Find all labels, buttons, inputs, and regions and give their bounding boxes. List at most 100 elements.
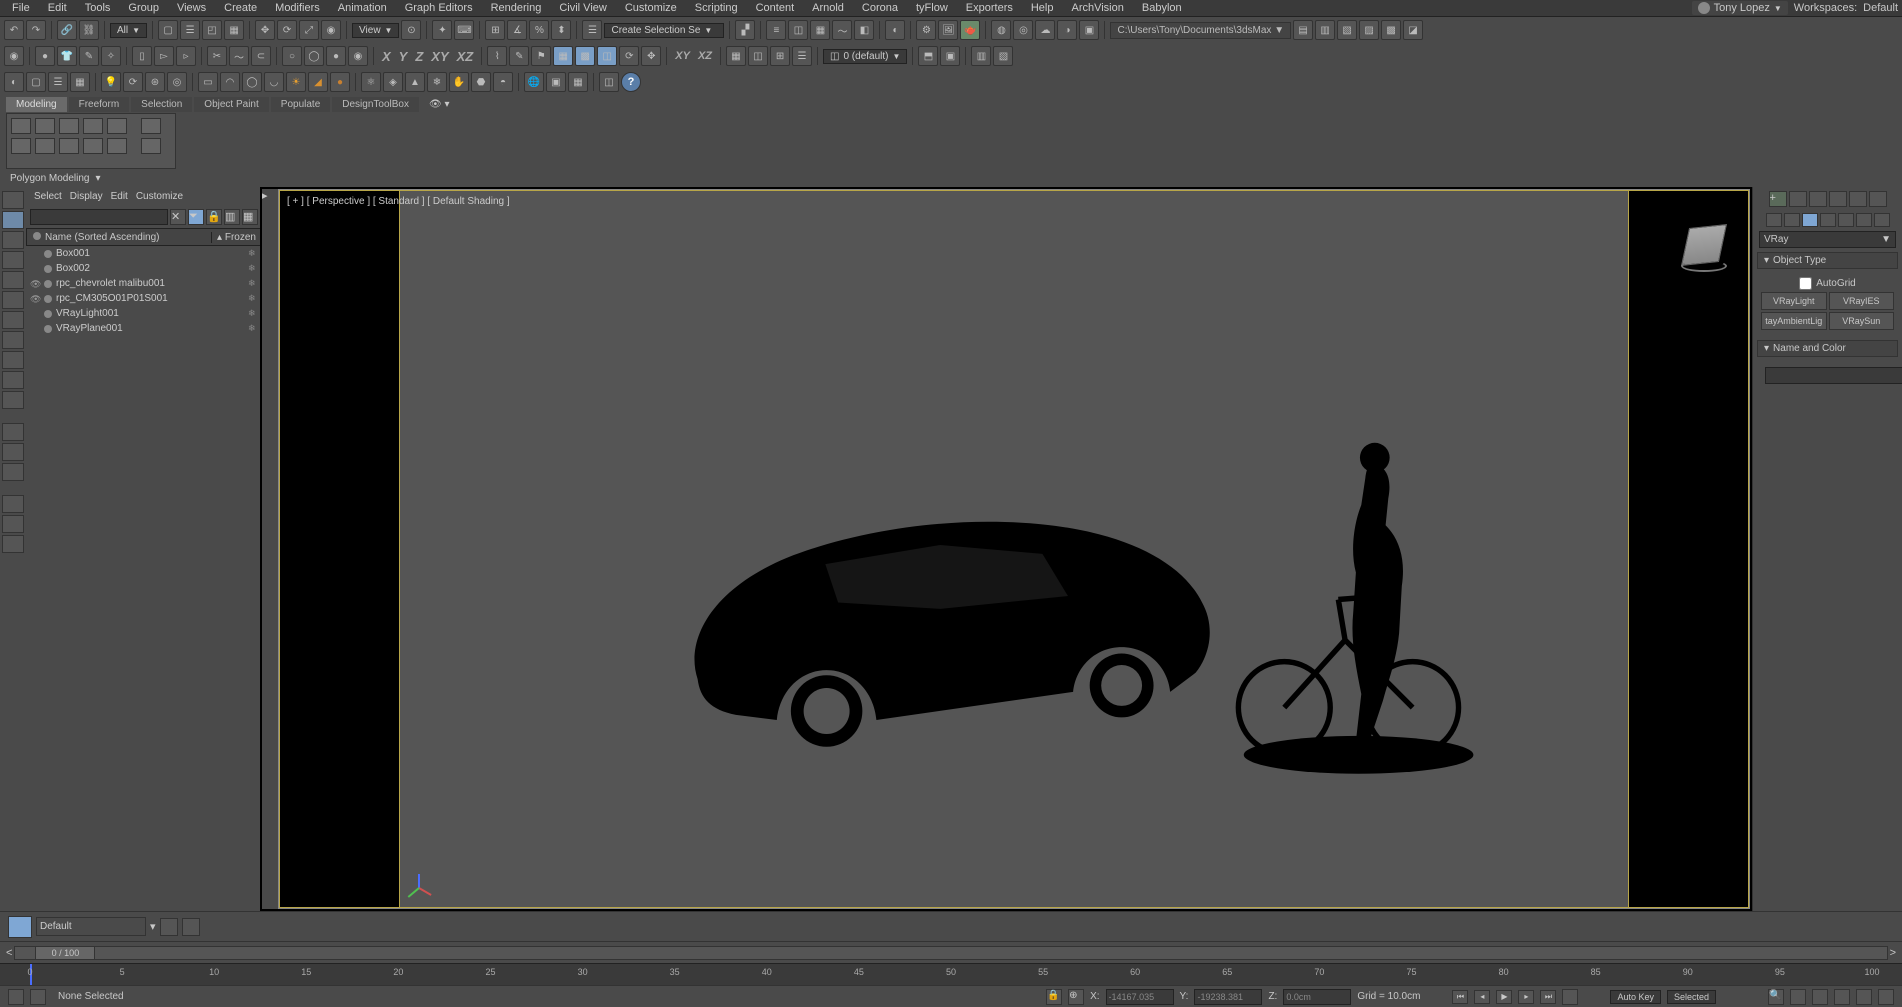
se-tab-display[interactable]: Display [70, 191, 103, 202]
motion-tab[interactable] [1829, 191, 1847, 207]
axis-x[interactable]: X [379, 49, 394, 64]
schematic-view-button[interactable]: ◧ [854, 20, 874, 40]
cameras-sub[interactable] [1820, 213, 1836, 227]
tb2-33[interactable]: ☰ [792, 46, 812, 66]
se-icon-13[interactable] [2, 443, 24, 461]
time-slider[interactable]: 0 / 100 [14, 946, 1887, 960]
ribbon-tab-selection[interactable]: Selection [131, 97, 192, 112]
lights-sub[interactable] [1802, 213, 1818, 227]
menu-help[interactable]: Help [1023, 2, 1062, 14]
frozen-icon[interactable]: ❄ [248, 293, 258, 304]
autokey-button[interactable]: Auto Key [1610, 990, 1661, 1004]
polymod-btn-5[interactable] [107, 118, 127, 134]
time-ruler[interactable]: 0510152025303540455055606570758085909510… [0, 963, 1902, 985]
polymod-btn-9[interactable] [59, 138, 79, 154]
render-setup-button[interactable]: ⚙ [916, 20, 936, 40]
se-tab-edit[interactable]: Edit [111, 191, 128, 202]
select-name-button[interactable]: ☰ [180, 20, 200, 40]
display-tab[interactable] [1849, 191, 1867, 207]
tb3-21[interactable]: ◈ [383, 72, 403, 92]
nav-fov-button[interactable] [1856, 989, 1872, 1005]
ribbon-tab-populate[interactable]: Populate [271, 97, 330, 112]
tb3-disc[interactable]: ◯ [242, 72, 262, 92]
se-icon-10[interactable] [2, 371, 24, 389]
se-icon-9[interactable] [2, 351, 24, 369]
helpers-sub[interactable] [1838, 213, 1854, 227]
scene-item[interactable]: 👁rpc_CM305O01P01S001❄ [26, 291, 262, 306]
axis-y[interactable]: Y [396, 49, 411, 64]
layer-btn-1[interactable] [160, 918, 178, 936]
tb2-20[interactable]: ⌇ [487, 46, 507, 66]
tb-extra-4[interactable]: ◑ [1057, 20, 1077, 40]
tb3-6[interactable]: ⟳ [123, 72, 143, 92]
renderer-combo[interactable]: VRay▼ [1759, 231, 1896, 248]
systems-sub[interactable] [1874, 213, 1890, 227]
tb2-10[interactable]: ⊂ [251, 46, 271, 66]
tb2-31[interactable]: ◫ [748, 46, 768, 66]
rollout-object-type[interactable]: ▾Object Type [1757, 252, 1898, 269]
se-icon-14[interactable] [2, 463, 24, 481]
coord-x-input[interactable] [1106, 989, 1174, 1005]
se-icon-11[interactable] [2, 391, 24, 409]
menu-edit[interactable]: Edit [40, 2, 75, 14]
tb3-sphere[interactable]: ● [330, 72, 350, 92]
se-icon-8[interactable] [2, 331, 24, 349]
nav-pan-button[interactable] [1812, 989, 1828, 1005]
tb2-sphere3[interactable]: ● [326, 46, 346, 66]
tb2-43[interactable]: ▧ [993, 46, 1013, 66]
tb3-1[interactable]: ◐ [4, 72, 24, 92]
frozen-icon[interactable]: ❄ [248, 323, 258, 334]
vrayambient-button[interactable]: tayAmbientLig [1761, 312, 1827, 330]
se-icon-5[interactable] [2, 271, 24, 289]
tb3-7[interactable]: ⊛ [145, 72, 165, 92]
polymod-btn-3[interactable] [59, 118, 79, 134]
se-icon-2[interactable] [2, 211, 24, 229]
prev-frame-button[interactable]: ◂ [1474, 990, 1490, 1004]
nav-zoom-button[interactable]: 🔍 [1768, 989, 1784, 1005]
ribbon-tab-designtoolbox[interactable]: DesignToolBox [332, 97, 419, 112]
spacewarps-sub[interactable] [1856, 213, 1872, 227]
tb-extra-5[interactable]: ▣ [1079, 20, 1099, 40]
menu-graph-editors[interactable]: Graph Editors [397, 2, 481, 14]
align-button[interactable]: ≡ [766, 20, 786, 40]
viewport-expand-handle[interactable]: ▸ [262, 189, 278, 909]
se-icon-1[interactable] [2, 191, 24, 209]
selection-filter-dropdown[interactable]: All▼ [110, 23, 147, 38]
se-tab-customize[interactable]: Customize [136, 191, 183, 202]
tb3-22[interactable]: ▲ [405, 72, 425, 92]
se-icon-7[interactable] [2, 311, 24, 329]
se-icon-6[interactable] [2, 291, 24, 309]
tb2-25[interactable]: ◫ [597, 46, 617, 66]
polymod-btn-11[interactable] [107, 138, 127, 154]
spinner-snap-toggle[interactable]: ⬍ [551, 20, 571, 40]
vraylight-button[interactable]: VRayLight [1761, 292, 1827, 310]
visibility-icon[interactable] [30, 249, 40, 259]
select-button[interactable]: ▢ [158, 20, 178, 40]
tb2-7[interactable]: ▹ [176, 46, 196, 66]
scene-item[interactable]: 👁rpc_chevrolet malibu001❄ [26, 276, 262, 291]
menu-babylon[interactable]: Babylon [1134, 2, 1190, 14]
edit-named-sel-button[interactable]: ☰ [582, 20, 602, 40]
tb2-5[interactable]: ▯ [132, 46, 152, 66]
object-name-input[interactable] [1765, 367, 1902, 384]
tb3-25[interactable]: ⬣ [471, 72, 491, 92]
menu-file[interactable]: File [4, 2, 38, 14]
tb-r3[interactable]: ▧ [1337, 20, 1357, 40]
tb-r2[interactable]: ▥ [1315, 20, 1335, 40]
tb-r4[interactable]: ▨ [1359, 20, 1379, 40]
globe-icon[interactable]: 🌐 [524, 72, 544, 92]
ribbon-expand-toggle[interactable]: 👁 ▾ [421, 99, 458, 110]
render-frame-button[interactable]: 🖼 [938, 20, 958, 40]
hand-icon[interactable]: ✋ [449, 72, 469, 92]
pivot-button[interactable]: ⊙ [401, 20, 421, 40]
named-selection-dropdown[interactable]: Create Selection Se▼ [604, 23, 724, 38]
tb3-plane[interactable]: ▭ [198, 72, 218, 92]
tb2-sphere1[interactable]: ○ [282, 46, 302, 66]
se-filter-button[interactable]: ⏷ [188, 209, 204, 225]
menu-group[interactable]: Group [120, 2, 167, 14]
nav-orbit-button[interactable] [1834, 989, 1850, 1005]
autogrid-checkbox[interactable] [1799, 277, 1812, 290]
modify-tab[interactable] [1789, 191, 1807, 207]
tb2-21[interactable]: ✎ [509, 46, 529, 66]
tb3-3[interactable]: ☰ [48, 72, 68, 92]
